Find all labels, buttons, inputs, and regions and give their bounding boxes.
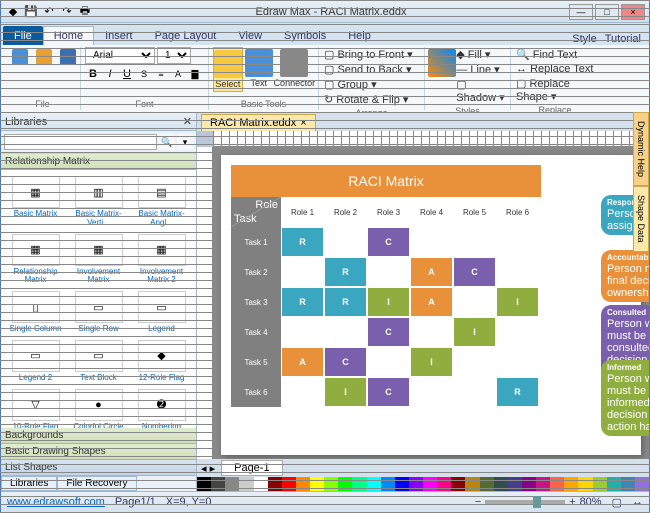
raci-task-header: Task 1 bbox=[231, 227, 281, 257]
legend-accountable[interactable]: AccountablePerson makes final decision o… bbox=[601, 250, 649, 302]
raci-cell[interactable]: A bbox=[410, 257, 453, 287]
canvas[interactable]: RACI Matrix RoleTaskRole 1Role 2Role 3Ro… bbox=[213, 147, 649, 459]
raci-cell[interactable]: C bbox=[367, 317, 410, 347]
raci-cell-empty[interactable] bbox=[496, 347, 539, 377]
raci-role-header: Role 5 bbox=[453, 197, 496, 227]
raci-task-header: Task 2 bbox=[231, 257, 281, 287]
raci-cell[interactable]: R bbox=[324, 287, 367, 317]
raci-task-header: Task 4 bbox=[231, 317, 281, 347]
raci-cell[interactable]: R bbox=[324, 257, 367, 287]
raci-cell[interactable]: A bbox=[281, 347, 324, 377]
raci-cell[interactable]: I bbox=[453, 317, 496, 347]
raci-cell-empty[interactable] bbox=[324, 227, 367, 257]
raci-cell[interactable]: I bbox=[367, 287, 410, 317]
raci-cell-empty[interactable] bbox=[281, 317, 324, 347]
raci-role-header: Role 3 bbox=[367, 197, 410, 227]
raci-cell[interactable]: I bbox=[324, 377, 367, 407]
raci-cell[interactable]: I bbox=[410, 347, 453, 377]
raci-role-header: Role 1 bbox=[281, 197, 324, 227]
raci-cell[interactable]: R bbox=[281, 227, 324, 257]
raci-cell[interactable]: A bbox=[410, 287, 453, 317]
raci-cell-empty[interactable] bbox=[410, 317, 453, 347]
raci-cell-empty[interactable] bbox=[453, 377, 496, 407]
raci-task-header: Task 5 bbox=[231, 347, 281, 377]
raci-cell-empty[interactable] bbox=[453, 287, 496, 317]
raci-matrix[interactable]: RACI Matrix RoleTaskRole 1Role 2Role 3Ro… bbox=[231, 165, 541, 407]
raci-cell-empty[interactable] bbox=[496, 257, 539, 287]
raci-cell-empty[interactable] bbox=[496, 227, 539, 257]
raci-cell[interactable]: C bbox=[453, 257, 496, 287]
raci-cell[interactable]: R bbox=[496, 377, 539, 407]
raci-cell-empty[interactable] bbox=[410, 227, 453, 257]
tab-shape-data[interactable]: Shape Data bbox=[633, 186, 649, 252]
raci-cell-empty[interactable] bbox=[324, 317, 367, 347]
raci-cell[interactable]: R bbox=[281, 287, 324, 317]
raci-task-header: Task 3 bbox=[231, 287, 281, 317]
raci-cell-empty[interactable] bbox=[496, 317, 539, 347]
raci-title: RACI Matrix bbox=[231, 165, 541, 197]
raci-cell-empty[interactable] bbox=[367, 257, 410, 287]
vertical-ruler bbox=[197, 147, 213, 459]
raci-cell-empty[interactable] bbox=[410, 377, 453, 407]
canvas-area: RACI Matrix.eddx× RACI Matrix RoleTaskRo… bbox=[197, 113, 649, 491]
raci-task-header: Task 6 bbox=[231, 377, 281, 407]
raci-cell-empty[interactable] bbox=[453, 347, 496, 377]
raci-role-header: Role 4 bbox=[410, 197, 453, 227]
raci-cell[interactable]: C bbox=[324, 347, 367, 377]
raci-cell[interactable]: I bbox=[496, 287, 539, 317]
raci-corner: RoleTask bbox=[231, 197, 281, 227]
raci-cell-empty[interactable] bbox=[281, 257, 324, 287]
legend-informed[interactable]: InformedPerson who must be informed deci… bbox=[601, 360, 649, 436]
page[interactable]: RACI Matrix RoleTaskRole 1Role 2Role 3Ro… bbox=[221, 155, 641, 455]
raci-cell-empty[interactable] bbox=[453, 227, 496, 257]
zoom-slider[interactable] bbox=[485, 500, 565, 504]
raci-role-header: Role 2 bbox=[324, 197, 367, 227]
raci-cell-empty[interactable] bbox=[367, 347, 410, 377]
raci-role-header: Role 6 bbox=[496, 197, 539, 227]
raci-cell[interactable]: C bbox=[367, 377, 410, 407]
tab-dynamic-help[interactable]: Dynamic Help bbox=[633, 112, 649, 186]
raci-cell[interactable]: C bbox=[367, 227, 410, 257]
raci-cell-empty[interactable] bbox=[281, 377, 324, 407]
